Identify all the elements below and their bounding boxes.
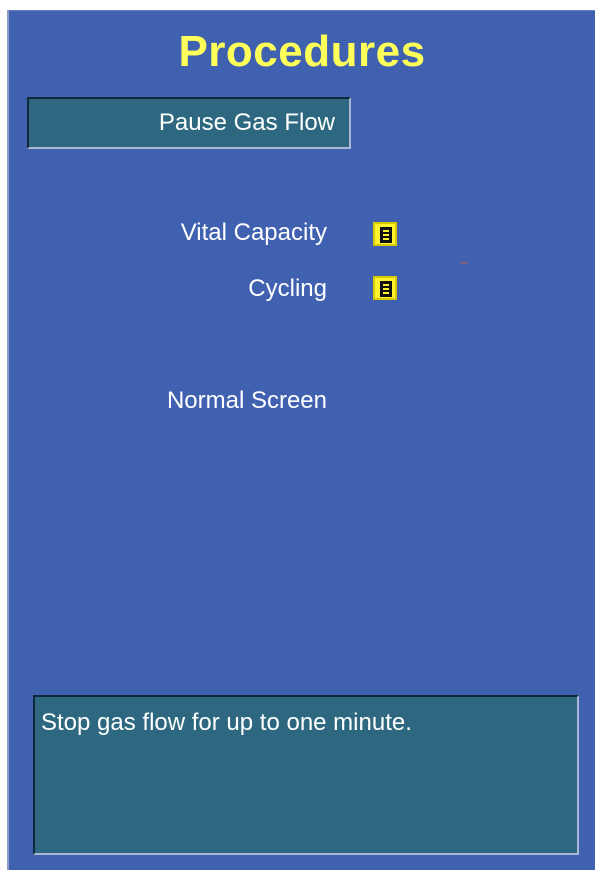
normal-screen-item[interactable]: Normal Screen (167, 387, 327, 415)
document-icon[interactable] (373, 276, 397, 300)
document-line-3 (383, 292, 389, 294)
document-line-1 (383, 230, 389, 232)
help-text-box: Stop gas flow for up to one minute. (33, 695, 579, 855)
document-line-2 (383, 288, 389, 290)
vital-capacity-item[interactable]: Vital Capacity (181, 219, 327, 247)
procedures-panel: Procedures Pause Gas Flow Vital Capacity… (7, 10, 595, 870)
help-text: Stop gas flow for up to one minute. (41, 709, 412, 736)
document-icon[interactable] (373, 222, 397, 246)
document-line-3 (383, 238, 389, 240)
pause-gas-flow-button[interactable]: Pause Gas Flow (27, 97, 351, 149)
page-title: Procedures (178, 27, 426, 76)
document-line-1 (383, 284, 389, 286)
document-line-2 (383, 234, 389, 236)
cycling-item[interactable]: Cycling (248, 275, 327, 303)
small-marker (460, 262, 468, 264)
procedures-screen: Procedures Pause Gas Flow Vital Capacity… (0, 0, 598, 873)
